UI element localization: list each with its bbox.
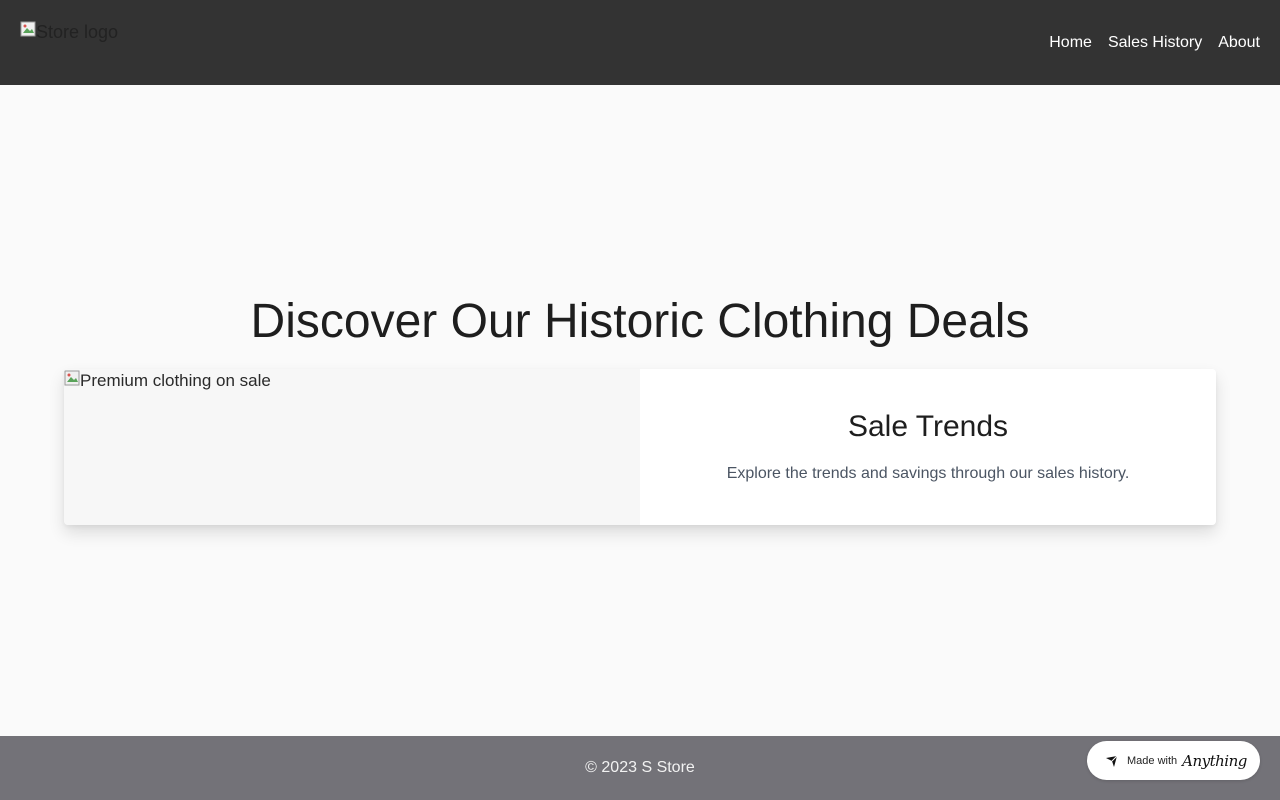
page-title: Discover Our Historic Clothing Deals <box>250 295 1030 348</box>
site-header: Store logo Home Sales History About <box>0 0 1280 85</box>
nav-link-about[interactable]: About <box>1218 32 1260 54</box>
store-logo-alt-text: Store logo <box>36 22 119 42</box>
clothing-image-alt-text: Premium clothing on sale <box>80 371 271 390</box>
store-logo[interactable]: Store logo <box>20 20 118 44</box>
main-nav: Home Sales History About <box>1049 32 1260 54</box>
badge-prefix-text: Made with <box>1127 754 1178 767</box>
nav-link-home[interactable]: Home <box>1049 32 1092 54</box>
card-title: Sale Trends <box>847 410 1009 443</box>
made-with-anything-badge[interactable]: Made with Anything <box>1087 741 1260 780</box>
card-body: Sale Trends Explore the trends and savin… <box>640 369 1216 525</box>
copyright-text: © 2023 S Store <box>585 759 695 776</box>
card-description: Explore the trends and savings through o… <box>726 465 1130 482</box>
nav-link-sales-history[interactable]: Sales History <box>1108 32 1202 54</box>
anything-logo-icon <box>1106 755 1118 767</box>
broken-image-icon <box>20 21 36 37</box>
badge-brand-text: Anything <box>1182 751 1247 770</box>
sale-trends-card: Premium clothing on sale Sale Trends Exp… <box>64 369 1216 525</box>
clothing-image: Premium clothing on sale <box>64 369 640 525</box>
broken-image-icon <box>64 370 80 386</box>
